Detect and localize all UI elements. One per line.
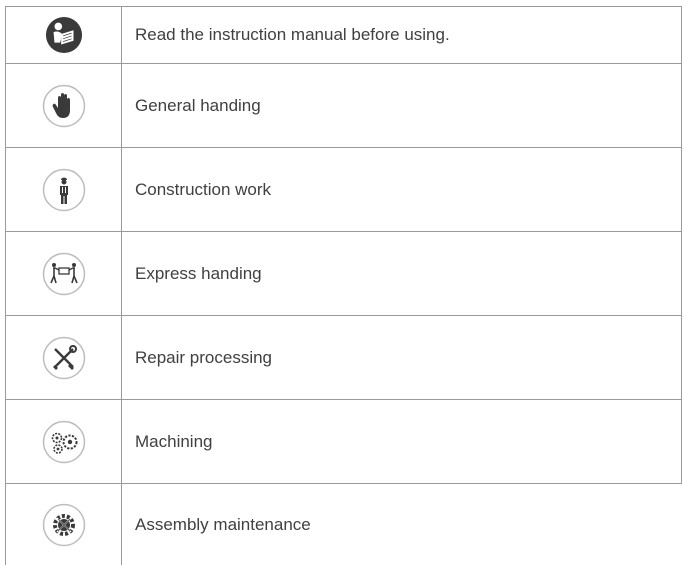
icon-cell: [5, 400, 122, 483]
row-label: Assembly maintenance: [135, 514, 311, 534]
gears-icon: [42, 420, 86, 464]
table-row: Construction work: [5, 148, 682, 232]
row-label: General handing: [122, 64, 682, 147]
icon-cell: [5, 316, 122, 399]
table-row: Express handing: [5, 232, 682, 316]
table-row: Machining: [5, 400, 682, 484]
read-manual-icon: [45, 16, 83, 54]
tools-icon: [42, 336, 86, 380]
table-row: Repair processing: [5, 316, 682, 400]
row-label: Express handing: [122, 232, 682, 315]
table-row: Assembly maintenance: [5, 484, 682, 565]
row-label: Machining: [122, 400, 682, 483]
icon-cell: [5, 232, 122, 315]
assembly-gear-icon: [42, 503, 86, 547]
row-label: Read the instruction manual before using…: [122, 7, 682, 63]
icon-cell: [5, 7, 122, 63]
instruction-table: Read the instruction manual before using…: [5, 6, 682, 565]
worker-icon: [42, 168, 86, 212]
icon-cell: [5, 484, 122, 565]
row-label: Construction work: [122, 148, 682, 231]
icon-cell: [5, 148, 122, 231]
table-row: Read the instruction manual before using…: [5, 7, 682, 64]
hand-icon: [42, 84, 86, 128]
table-row: General handing: [5, 64, 682, 148]
carrying-box-icon: [42, 252, 86, 296]
icon-cell: [5, 64, 122, 147]
row-label: Repair processing: [122, 316, 682, 399]
